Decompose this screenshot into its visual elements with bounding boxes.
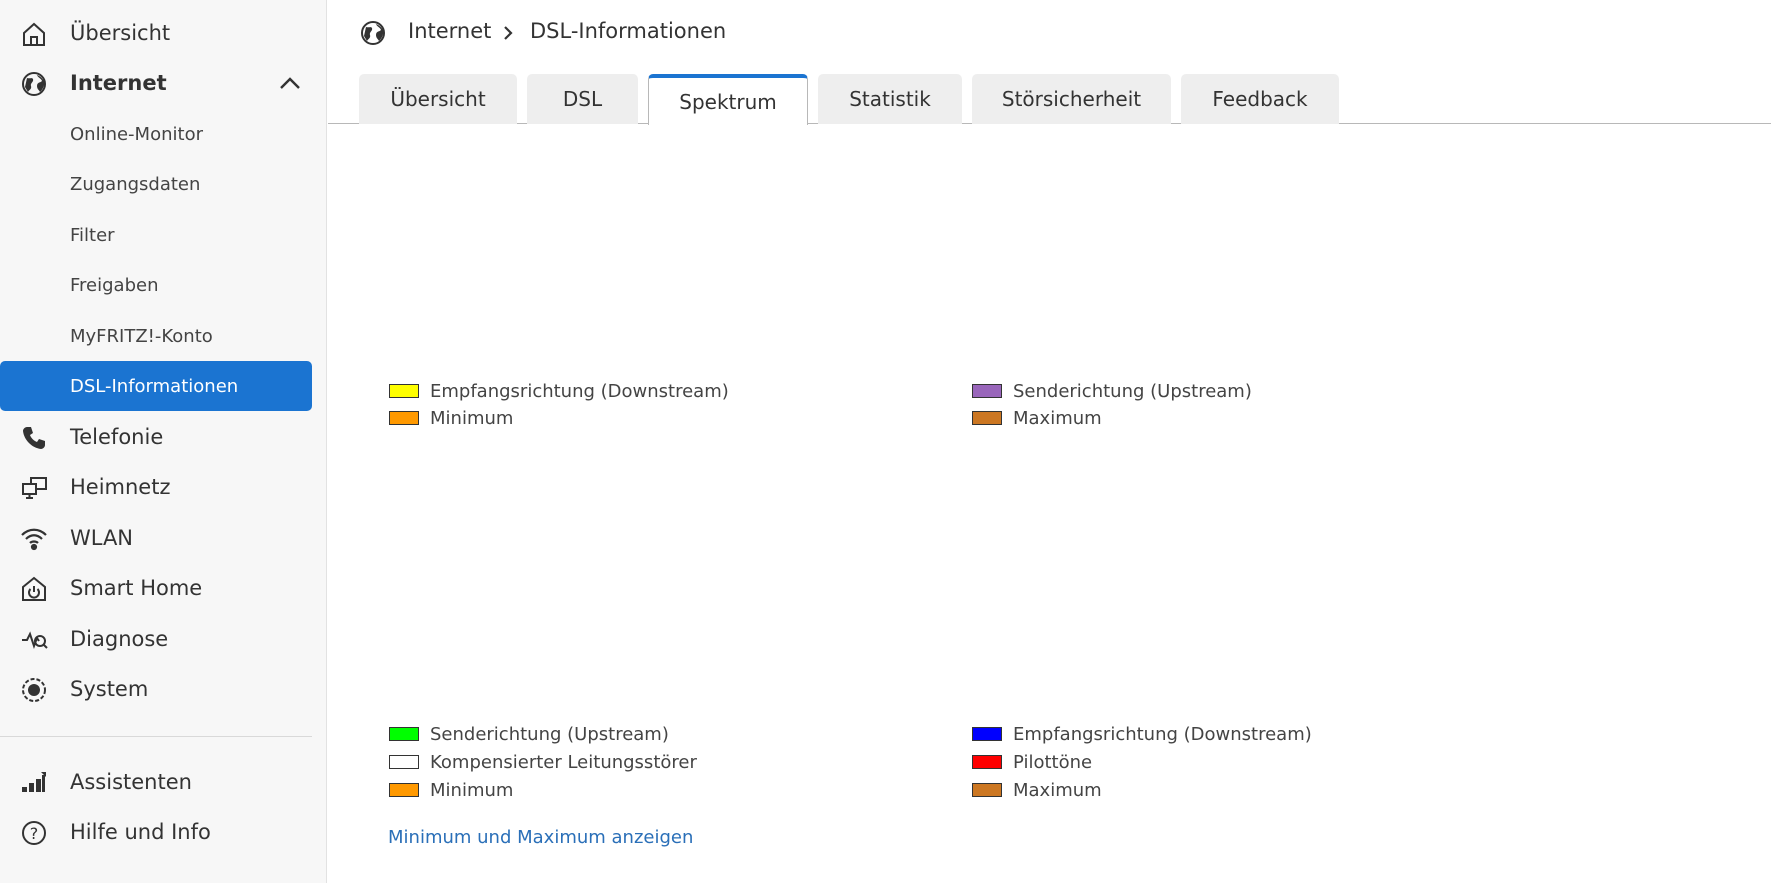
sidebar-item-label: Internet xyxy=(70,71,167,95)
sidebar-item-label: Online-Monitor xyxy=(70,123,203,145)
sidebar: Übersicht Internet Online-Monitor Zugang… xyxy=(0,0,327,883)
system-icon xyxy=(20,676,48,704)
legend-label: Maximum xyxy=(1013,407,1102,429)
legend-label: Pilottöne xyxy=(1013,751,1093,773)
breadcrumb-internet[interactable]: Internet xyxy=(408,19,491,43)
network-icon xyxy=(20,474,48,502)
legend-swatch xyxy=(389,783,419,797)
sidebar-item-internet[interactable]: Internet xyxy=(0,58,312,108)
sidebar-item-telefonie[interactable]: Telefonie xyxy=(0,412,312,462)
legend-label: Minimum xyxy=(430,779,514,801)
chevron-right-icon xyxy=(500,22,516,44)
sidebar-item-freigaben[interactable]: Freigaben xyxy=(0,260,312,310)
tab-uebersicht[interactable]: Übersicht xyxy=(359,74,517,124)
sidebar-item-label: Telefonie xyxy=(70,425,164,449)
sidebar-item-uebersicht[interactable]: Übersicht xyxy=(0,8,312,58)
sidebar-item-label: System xyxy=(70,677,149,701)
sidebar-item-zugangsdaten[interactable]: Zugangsdaten xyxy=(0,159,312,209)
legend-swatch xyxy=(972,411,1002,425)
sidebar-item-label: DSL-Informationen xyxy=(70,375,239,397)
sidebar-item-diagnose[interactable]: Diagnose xyxy=(0,614,312,664)
legend-item-minimum: Minimum xyxy=(389,777,513,803)
legend-swatch xyxy=(389,755,419,769)
legend-swatch xyxy=(389,384,419,398)
sidebar-item-label: Diagnose xyxy=(70,627,169,651)
legend-item-downstream: Empfangsrichtung (Downstream) xyxy=(972,721,1312,747)
sidebar-item-label: Heimnetz xyxy=(70,475,171,499)
sidebar-item-label: Filter xyxy=(70,224,115,246)
legend-swatch xyxy=(972,755,1002,769)
legend-item-pilottoene: Pilottöne xyxy=(972,749,1092,775)
sidebar-item-label: Übersicht xyxy=(70,21,171,45)
legend-label: Minimum xyxy=(430,407,514,429)
smart-home-icon xyxy=(20,575,48,603)
legend-swatch xyxy=(972,727,1002,741)
legend-item-kompensierter-leitungsstoerer: Kompensierter Leitungsstörer xyxy=(389,749,697,775)
sidebar-divider xyxy=(0,736,312,737)
legend-label: Senderichtung (Upstream) xyxy=(1013,380,1252,402)
sidebar-item-label: Zugangsdaten xyxy=(70,173,201,195)
legend-swatch xyxy=(389,727,419,741)
sidebar-item-label: WLAN xyxy=(70,526,134,550)
svg-text:?: ? xyxy=(30,824,39,843)
sidebar-item-wlan[interactable]: WLAN xyxy=(0,513,312,563)
tab-statistik[interactable]: Statistik xyxy=(818,74,962,124)
show-min-max-link[interactable]: Minimum und Maximum anzeigen xyxy=(388,827,693,848)
legend-label: Empfangsrichtung (Downstream) xyxy=(1013,723,1312,745)
help-icon: ? xyxy=(20,819,48,847)
sidebar-item-hilfe-und-info[interactable]: ? Hilfe und Info xyxy=(0,807,312,857)
sidebar-item-online-monitor[interactable]: Online-Monitor xyxy=(0,109,312,159)
sidebar-item-myfritz-konto[interactable]: MyFRITZ!-Konto xyxy=(0,311,312,361)
sidebar-item-system[interactable]: System xyxy=(0,664,312,714)
sidebar-item-label: MyFRITZ!-Konto xyxy=(70,325,213,347)
tab-feedback[interactable]: Feedback xyxy=(1181,74,1339,124)
sidebar-item-assistenten[interactable]: Assistenten xyxy=(0,757,312,807)
tab-spektrum[interactable]: Spektrum xyxy=(648,74,808,125)
globe-icon xyxy=(359,19,387,47)
sidebar-item-smart-home[interactable]: Smart Home xyxy=(0,563,312,613)
legend-item-upstream: Senderichtung (Upstream) xyxy=(389,721,669,747)
phone-icon xyxy=(20,424,48,452)
sidebar-item-label: Hilfe und Info xyxy=(70,820,211,844)
sidebar-item-label: Assistenten xyxy=(70,770,192,794)
legend-swatch xyxy=(972,783,1002,797)
legend-label: Senderichtung (Upstream) xyxy=(430,723,669,745)
diagnose-icon xyxy=(20,626,48,654)
sidebar-item-label: Smart Home xyxy=(70,576,203,600)
legend-item-maximum: Maximum xyxy=(972,405,1102,431)
tab-stoersicherheit[interactable]: Störsicherheit xyxy=(972,74,1171,124)
home-icon xyxy=(20,20,48,48)
legend-label: Empfangsrichtung (Downstream) xyxy=(430,380,729,402)
legend-item-downstream: Empfangsrichtung (Downstream) xyxy=(389,378,729,404)
sidebar-item-filter[interactable]: Filter xyxy=(0,210,312,260)
globe-icon xyxy=(20,70,48,98)
legend-item-maximum: Maximum xyxy=(972,777,1102,803)
legend-label: Kompensierter Leitungsstörer xyxy=(430,751,697,773)
legend-item-minimum: Minimum xyxy=(389,405,513,431)
wifi-icon xyxy=(20,525,48,553)
chevron-up-icon[interactable] xyxy=(278,72,302,94)
sidebar-item-label: Freigaben xyxy=(70,274,159,296)
legend-item-upstream: Senderichtung (Upstream) xyxy=(972,378,1252,404)
legend-label: Maximum xyxy=(1013,779,1102,801)
breadcrumb-dsl-informationen: DSL-Informationen xyxy=(530,19,727,43)
tab-dsl[interactable]: DSL xyxy=(527,74,638,124)
assistant-icon xyxy=(20,769,48,797)
legend-swatch xyxy=(389,411,419,425)
sidebar-item-dsl-informationen[interactable]: DSL-Informationen xyxy=(0,361,312,411)
legend-swatch xyxy=(972,384,1002,398)
sidebar-item-heimnetz[interactable]: Heimnetz xyxy=(0,462,312,512)
